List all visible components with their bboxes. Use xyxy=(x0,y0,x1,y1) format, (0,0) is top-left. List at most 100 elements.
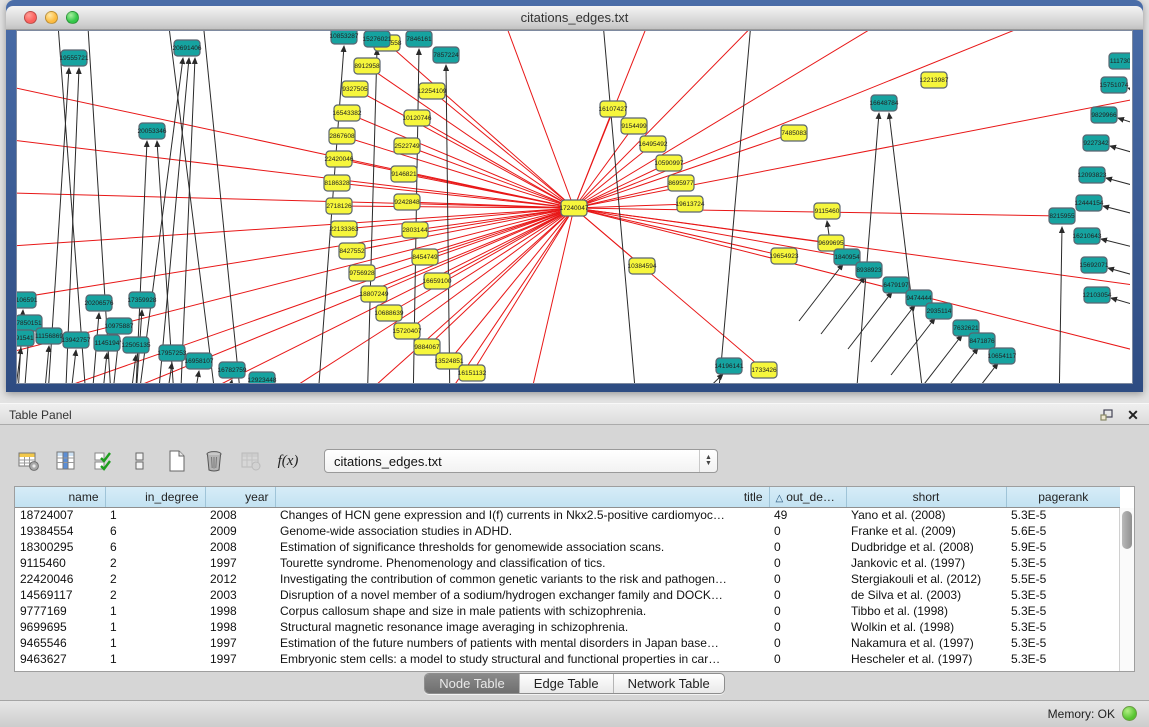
graph-node[interactable]: 9327505 xyxy=(342,81,368,97)
graph-node[interactable]: 19654923 xyxy=(770,248,799,264)
graph-node[interactable]: 7846161 xyxy=(406,31,432,47)
graph-node[interactable]: 2803144 xyxy=(402,222,428,238)
graph-node[interactable]: 16958107 xyxy=(185,353,214,369)
graph-node[interactable]: 12103054 xyxy=(1083,287,1112,303)
table-row[interactable]: 911546021997Tourette syndrome. Phenomeno… xyxy=(15,555,1120,571)
show-columns-icon[interactable] xyxy=(51,446,81,476)
tab-node-table[interactable]: Node Table xyxy=(425,674,520,693)
graph-node[interactable]: 17359928 xyxy=(128,292,157,308)
graph-node[interactable]: 1117304 xyxy=(1109,53,1130,69)
graph-node[interactable]: 9115460 xyxy=(814,203,840,219)
graph-node[interactable]: 9391541 xyxy=(17,330,34,346)
row-check-icon[interactable] xyxy=(88,446,118,476)
tab-edge-table[interactable]: Edge Table xyxy=(520,674,614,693)
graph-node[interactable]: 16107427 xyxy=(599,101,628,117)
table-row[interactable]: 969969511998Structural magnetic resonanc… xyxy=(15,619,1120,635)
column-header-out_de[interactable]: △out_de… xyxy=(769,487,846,507)
graph-node[interactable]: 17240047 xyxy=(560,200,589,216)
graph-node[interactable]: 9146821 xyxy=(391,166,417,182)
table-row[interactable]: 946362711997Embryonic stem cells: a mode… xyxy=(15,651,1120,667)
graph-node[interactable]: 16210643 xyxy=(1073,228,1102,244)
graph-node[interactable]: 8471876 xyxy=(969,333,995,349)
graph-node[interactable]: 2522749 xyxy=(394,138,420,154)
table-row[interactable]: 1456911722003Disruption of a novel membe… xyxy=(15,587,1120,603)
table-row[interactable]: 1938455462009Genome-wide association stu… xyxy=(15,523,1120,539)
network-window-titlebar[interactable]: citations_edges.txt xyxy=(6,6,1143,30)
graph-node[interactable]: 11156869 xyxy=(35,328,63,344)
graph-node[interactable]: 10853287 xyxy=(330,31,359,44)
tab-network-table[interactable]: Network Table xyxy=(614,674,724,693)
graph-node[interactable]: 17957253 xyxy=(158,345,187,361)
graph-node[interactable]: 8454749 xyxy=(412,249,438,265)
graph-node[interactable]: 10384594 xyxy=(628,258,657,274)
graph-node[interactable]: 10120746 xyxy=(403,110,432,126)
graph-node[interactable]: 9154499 xyxy=(621,118,647,134)
graph-node[interactable]: 12923448 xyxy=(248,372,277,384)
graph-node[interactable]: 16648784 xyxy=(870,95,899,111)
graph-node[interactable]: 12505135 xyxy=(122,337,151,353)
graph-node[interactable]: 9227342 xyxy=(1083,135,1109,151)
graph-node[interactable]: 16543382 xyxy=(333,105,362,121)
graph-node[interactable]: 10688639 xyxy=(375,305,404,321)
graph-node[interactable]: 15692071 xyxy=(1080,257,1109,273)
graph-node[interactable]: 8695977 xyxy=(668,175,694,191)
delete-table-icon[interactable] xyxy=(236,446,266,476)
delete-column-icon[interactable] xyxy=(199,446,229,476)
graph-node[interactable]: 8427552 xyxy=(339,243,365,259)
close-panel-icon[interactable]: ✕ xyxy=(1125,407,1141,423)
graph-node[interactable]: 18807249 xyxy=(360,286,389,302)
new-column-icon[interactable] xyxy=(162,446,192,476)
graph-node[interactable]: 9756928 xyxy=(349,265,375,281)
table-row[interactable]: 1830029562008Estimation of significance … xyxy=(15,539,1120,555)
graph-node[interactable]: 22133363 xyxy=(330,221,359,237)
graph-node[interactable]: 7857224 xyxy=(433,47,459,63)
graph-node[interactable]: 19555721 xyxy=(60,50,89,66)
column-header-name[interactable]: name xyxy=(15,487,105,507)
network-canvas[interactable]: 1724004722260558891295893275051654338228… xyxy=(17,31,1130,384)
function-builder-icon[interactable]: f(x) xyxy=(273,446,303,476)
table-row[interactable]: 946554611997Estimation of the future num… xyxy=(15,635,1120,651)
graph-node[interactable]: 8215955 xyxy=(1049,208,1075,224)
graph-node[interactable]: 1145194 xyxy=(94,335,120,351)
column-header-year[interactable]: year xyxy=(205,487,275,507)
graph-node[interactable]: 9829966 xyxy=(1091,107,1117,123)
graph-node[interactable]: 22420046 xyxy=(325,151,354,167)
graph-node[interactable]: 8938923 xyxy=(856,262,882,278)
graph-node[interactable]: 16782759 xyxy=(218,362,247,378)
graph-node[interactable]: 12444154 xyxy=(1075,195,1104,211)
table-row[interactable]: 1872400712008Changes of HCN gene express… xyxy=(15,507,1120,523)
graph-node[interactable]: 14196141 xyxy=(715,358,744,374)
graph-node[interactable]: 1733426 xyxy=(751,362,777,378)
table-row[interactable]: 977716911998Corpus callosum shape and si… xyxy=(15,603,1120,619)
graph-node[interactable]: 2867608 xyxy=(329,128,355,144)
graph-node[interactable]: 20053346 xyxy=(138,123,167,139)
graph-node[interactable]: 16495492 xyxy=(639,136,668,152)
graph-node[interactable]: 25106591 xyxy=(17,292,38,308)
graph-node[interactable]: 15751074 xyxy=(1100,77,1129,93)
column-header-pagerank[interactable]: pagerank xyxy=(1006,487,1120,507)
table-scrollbar[interactable] xyxy=(1119,508,1134,671)
graph-node[interactable]: 9884067 xyxy=(414,339,440,355)
graph-node[interactable]: 16151132 xyxy=(458,365,487,381)
graph-node[interactable]: 20691406 xyxy=(173,40,202,56)
rows-icon[interactable] xyxy=(125,446,155,476)
graph-node[interactable]: 12213987 xyxy=(920,72,949,88)
graph-node[interactable]: 19613724 xyxy=(676,196,705,212)
graph-node[interactable]: 2935114 xyxy=(926,303,952,319)
table-row[interactable]: 2242004622012Investigating the contribut… xyxy=(15,571,1120,587)
table-mode-icon[interactable] xyxy=(14,446,44,476)
graph-node[interactable]: 16659100 xyxy=(423,273,452,289)
float-panel-icon[interactable] xyxy=(1099,407,1115,423)
graph-node[interactable]: 15276021 xyxy=(363,31,392,47)
graph-node[interactable]: 15720407 xyxy=(393,323,422,339)
graph-node[interactable]: 20206576 xyxy=(85,295,114,311)
graph-node[interactable]: 8186328 xyxy=(324,175,350,191)
graph-node[interactable]: 10975887 xyxy=(105,318,134,334)
graph-node[interactable]: 6479197 xyxy=(883,277,909,293)
graph-node[interactable]: 9242848 xyxy=(394,194,420,210)
graph-node[interactable]: 1840954 xyxy=(834,249,860,265)
column-header-title[interactable]: title xyxy=(275,487,769,507)
graph-node[interactable]: 2718126 xyxy=(326,198,352,214)
graph-node[interactable]: 10654117 xyxy=(988,348,1017,364)
graph-node[interactable]: 12254109 xyxy=(418,83,447,99)
